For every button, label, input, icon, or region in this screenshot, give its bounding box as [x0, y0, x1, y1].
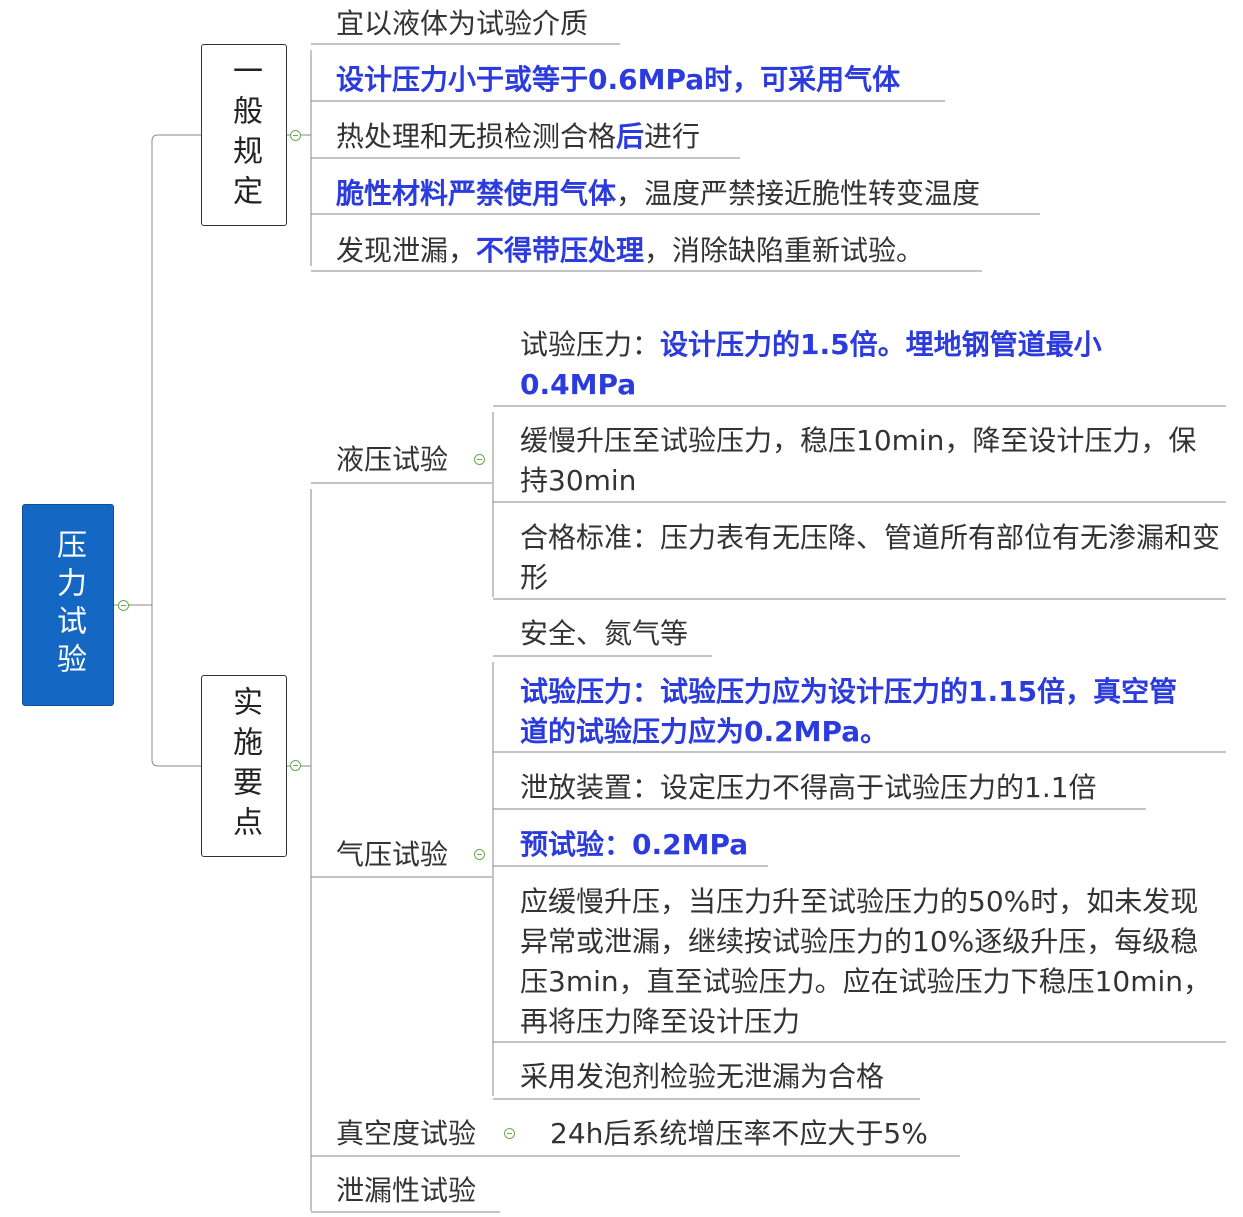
text-run: 泄放装置：设定压力不得高于试验压力的1.1倍 [520, 771, 1097, 804]
text-run: 热处理和无损检测合格 [336, 120, 617, 153]
general-item-4[interactable]: 脆性材料严禁使用气体，温度严禁接近脆性转变温度 [336, 174, 980, 214]
text-run: 试验压力：试验压力应为设计压力的1.15倍，真空管道的试验压力应为0.2MPa。 [520, 675, 1178, 748]
pneumatic-item-1[interactable]: 安全、氮气等 [520, 614, 688, 654]
key-points-trunk [287, 489, 312, 1211]
pneumatic-item-3[interactable]: 泄放装置：设定压力不得高于试验压力的1.1倍 [520, 768, 1097, 808]
text-run: 进行 [644, 120, 701, 153]
pneumatic-test-node[interactable]: 气压试验 [336, 835, 448, 875]
text-run: ，温度严禁接近脆性转变温度 [616, 177, 981, 210]
collapse-root-icon[interactable] [118, 600, 129, 611]
branch-general[interactable]: 一般规定 [201, 44, 287, 226]
general-item-1[interactable]: 宜以液体为试验介质 [336, 4, 588, 44]
branch-general-label: 一般规定 [227, 55, 262, 215]
text-run: 不得带压处理 [476, 234, 645, 267]
pneumatic-item-5[interactable]: 应缓慢升压，当压力升至试验压力的50%时，如未发现异常或泄漏，继续按试验压力的1… [520, 882, 1220, 1042]
text-run: 缓慢升压至试验压力，稳压10min，降至设计压力，保持30min [520, 424, 1197, 497]
root-label: 压力试验 [51, 529, 86, 681]
hydro-test-node[interactable]: 液压试验 [336, 440, 448, 480]
hydro-item-3[interactable]: 合格标准：压力表有无压降、管道所有部位有无渗漏和变形 [520, 518, 1220, 598]
general-item-2[interactable]: 设计压力小于或等于0.6MPa时，可采用气体 [336, 60, 900, 100]
text-run: 安全、氮气等 [520, 617, 689, 650]
pneumatic-item-2[interactable]: 试验压力：试验压力应为设计压力的1.15倍，真空管道的试验压力应为0.2MPa。 [520, 672, 1200, 752]
branch-key-points[interactable]: 实施要点 [201, 675, 287, 857]
root-node[interactable]: 压力试验 [22, 504, 114, 706]
leak-test-node[interactable]: 泄漏性试验 [336, 1171, 476, 1211]
general-item-3[interactable]: 热处理和无损检测合格后进行 [336, 117, 700, 157]
root-connector-corners [151, 134, 159, 767]
collapse-vacuum-icon[interactable] [504, 1128, 515, 1139]
collapse-general-icon[interactable] [290, 130, 301, 141]
leak-test-label: 泄漏性试验 [336, 1174, 477, 1207]
text-run: 宜以液体为试验介质 [336, 7, 589, 40]
root-connector [114, 134, 201, 767]
text-run: 应缓慢升压，当压力升至试验压力的50%时，如未发现异常或泄漏，继续按试验压力的1… [520, 885, 1212, 1038]
collapse-pneumatic-icon[interactable] [474, 849, 485, 860]
vacuum-test-node[interactable]: 真空度试验 [336, 1114, 476, 1154]
text-run: 预试验：0.2MPa [520, 828, 749, 861]
text-run: 脆性材料严禁使用气体 [336, 177, 617, 210]
collapse-key-points-icon[interactable] [290, 760, 301, 771]
vacuum-item-1[interactable]: 24h后系统增压率不应大于5% [550, 1114, 928, 1154]
text-run: 24h后系统增压率不应大于5% [550, 1117, 928, 1150]
text-run: 采用发泡剂检验无泄漏为合格 [520, 1060, 885, 1093]
vacuum-test-label: 真空度试验 [336, 1117, 477, 1150]
collapse-hydro-icon[interactable] [474, 454, 485, 465]
text-run: 后 [616, 120, 645, 153]
pneumatic-test-label: 气压试验 [336, 838, 449, 871]
pneumatic-item-6[interactable]: 采用发泡剂检验无泄漏为合格 [520, 1057, 884, 1097]
branch-key-points-label: 实施要点 [227, 686, 262, 846]
text-run: ，消除缺陷重新试验。 [644, 234, 925, 267]
hydro-test-label: 液压试验 [336, 443, 449, 476]
text-run: 试验压力： [520, 328, 661, 361]
hydro-item-1[interactable]: 试验压力：设计压力的1.5倍。埋地钢管道最小0.4MPa [520, 325, 1200, 405]
pneumatic-item-4[interactable]: 预试验：0.2MPa [520, 825, 748, 865]
text-run: 合格标准：压力表有无压降、管道所有部位有无渗漏和变形 [520, 521, 1221, 594]
general-item-5[interactable]: 发现泄漏，不得带压处理，消除缺陷重新试验。 [336, 231, 924, 271]
text-run: 发现泄漏， [336, 234, 477, 267]
text-run: 设计压力小于或等于0.6MPa时，可采用气体 [336, 63, 901, 96]
general-trunk [287, 50, 312, 266]
hydro-item-2[interactable]: 缓慢升压至试验压力，稳压10min，降至设计压力，保持30min [520, 421, 1220, 501]
